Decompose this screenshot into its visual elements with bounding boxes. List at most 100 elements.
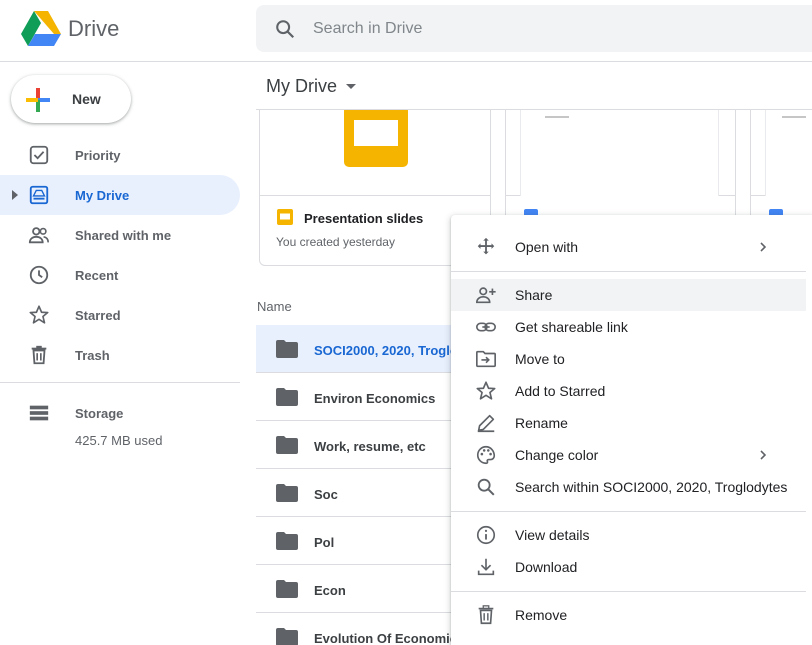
info-icon xyxy=(476,525,496,545)
storage-used-text: 425.7 MB used xyxy=(75,433,163,448)
doc-preview-line xyxy=(545,116,569,118)
add-person-icon xyxy=(476,287,496,304)
move-arrows-icon xyxy=(477,237,495,255)
menu-item-remove[interactable]: Remove xyxy=(451,599,806,631)
chevron-right-icon xyxy=(760,242,767,252)
search-bar[interactable]: Search in Drive xyxy=(256,5,812,52)
sidebar-item-shared-with-me[interactable]: Shared with me xyxy=(0,215,240,255)
doc-preview xyxy=(765,110,812,196)
file-name: Environ Economics xyxy=(314,391,436,406)
sidebar-item-trash[interactable]: Trash xyxy=(0,335,240,375)
sidebar-item-storage[interactable]: Storage xyxy=(0,393,240,433)
folder-icon xyxy=(276,388,298,406)
sidebar-item-label: Starred xyxy=(75,308,121,323)
card-title: Presentation slides xyxy=(304,211,424,226)
storage-icon xyxy=(29,405,49,421)
breadcrumb[interactable]: My Drive xyxy=(266,76,337,97)
card-thumbnail xyxy=(751,110,812,196)
card-thumbnail xyxy=(506,110,735,196)
palette-icon xyxy=(477,445,496,465)
drive-app: Drive Search in Drive New Priority My Dr… xyxy=(0,0,812,645)
folder-icon xyxy=(276,484,298,502)
menu-item-open-with[interactable]: Open with xyxy=(451,231,806,263)
chevron-right-icon xyxy=(760,450,767,460)
sidebar-item-label: My Drive xyxy=(75,188,130,203)
trash-icon xyxy=(31,345,47,365)
priority-icon xyxy=(29,145,49,165)
sidebar-item-my-drive[interactable]: My Drive xyxy=(0,175,240,215)
drive-logo-icon[interactable] xyxy=(20,10,62,48)
file-name: Econ xyxy=(314,583,346,598)
column-header-name[interactable]: Name xyxy=(257,299,292,314)
file-name: Pol xyxy=(314,535,335,550)
folder-icon xyxy=(276,628,298,645)
search-icon xyxy=(477,478,495,496)
sidebar-item-label: Trash xyxy=(75,348,110,363)
file-name: Work, resume, etc xyxy=(314,439,426,454)
slides-icon xyxy=(277,209,293,225)
sidebar-item-label: Priority xyxy=(75,148,121,163)
sidebar-item-recent[interactable]: Recent xyxy=(0,255,240,295)
menu-item-add-to-starred[interactable]: Add to Starred xyxy=(451,375,806,407)
menu-item-rename[interactable]: Rename xyxy=(451,407,806,439)
breadcrumb-dropdown-icon[interactable] xyxy=(346,84,356,89)
menu-item-label: Move to xyxy=(515,351,565,367)
sidebar-item-label: Shared with me xyxy=(75,228,172,243)
expand-caret-icon[interactable] xyxy=(12,190,18,200)
sidebar-item-label: Recent xyxy=(75,268,119,283)
star-icon xyxy=(29,305,49,324)
star-outline-icon xyxy=(476,381,496,400)
plus-icon xyxy=(26,88,50,112)
menu-divider xyxy=(451,591,806,592)
card-subtitle: You created yesterday xyxy=(276,235,395,249)
folder-icon xyxy=(276,580,298,598)
menu-item-label: Rename xyxy=(515,415,568,431)
sidebar-divider xyxy=(0,382,240,383)
menu-item-label: Change color xyxy=(515,447,599,463)
search-icon[interactable] xyxy=(274,18,296,40)
menu-divider xyxy=(451,511,806,512)
brand-name: Drive xyxy=(68,16,120,41)
menu-item-share[interactable]: Share xyxy=(451,279,806,311)
new-button-label: New xyxy=(72,91,101,107)
file-name: Evolution Of Economic T xyxy=(314,631,469,645)
sidebar-item-starred[interactable]: Starred xyxy=(0,295,240,335)
file-name: SOCI2000, 2020, Troglo xyxy=(314,343,458,358)
new-button[interactable]: New xyxy=(11,75,131,123)
menu-item-label: View details xyxy=(515,527,590,543)
top-bar: Drive Search in Drive xyxy=(0,0,812,62)
menu-item-download[interactable]: Download xyxy=(451,551,806,583)
menu-item-label: Open with xyxy=(515,239,579,255)
menu-item-label: Remove xyxy=(515,607,568,623)
slides-thumbnail-icon xyxy=(344,110,408,167)
menu-item-label: Add to Starred xyxy=(515,383,606,399)
trash-icon xyxy=(478,605,494,625)
folder-icon xyxy=(276,532,298,550)
menu-item-get-shareable-link[interactable]: Get shareable link xyxy=(451,311,806,343)
file-name: Soc xyxy=(314,487,338,502)
menu-item-move-to[interactable]: Move to xyxy=(451,343,806,375)
menu-item-label: Search within SOCI2000, 2020, Troglodyte… xyxy=(515,479,788,495)
menu-item-label: Share xyxy=(515,287,553,303)
menu-item-view-details[interactable]: View details xyxy=(451,519,806,551)
doc-preview-line xyxy=(782,116,806,118)
download-icon xyxy=(477,558,495,576)
link-icon xyxy=(476,322,496,332)
menu-item-change-color[interactable]: Change color xyxy=(451,439,806,471)
shared-icon xyxy=(28,227,49,244)
doc-preview xyxy=(520,110,719,196)
folder-icon xyxy=(276,436,298,454)
card-thumbnail xyxy=(260,110,490,196)
menu-item-label: Download xyxy=(515,559,578,575)
folder-icon xyxy=(276,340,298,358)
menu-item-label: Get shareable link xyxy=(515,319,628,335)
menu-item-search-within[interactable]: Search within SOCI2000, 2020, Troglodyte… xyxy=(451,471,806,503)
search-input[interactable]: Search in Drive xyxy=(313,20,422,38)
sidebar-item-priority[interactable]: Priority xyxy=(0,135,240,175)
menu-divider xyxy=(451,271,806,272)
my-drive-icon xyxy=(29,185,49,205)
clock-icon xyxy=(29,265,49,285)
sidebar: New Priority My Drive Shared with me Rec… xyxy=(0,62,256,645)
sidebar-item-label: Storage xyxy=(75,406,124,421)
pencil-icon xyxy=(477,414,495,433)
